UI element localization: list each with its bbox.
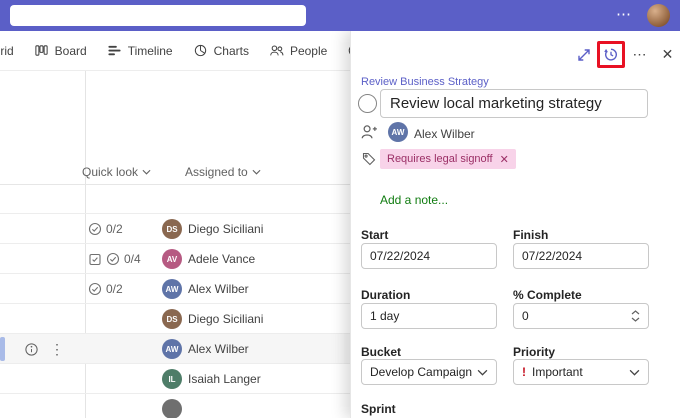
checklist-progress: 0/2 bbox=[106, 282, 123, 296]
board-icon bbox=[35, 45, 48, 56]
table-row-selected[interactable]: ⋮ AW Alex Wilber bbox=[0, 334, 350, 364]
table-header-row: Quick look Assigned to bbox=[0, 162, 350, 185]
start-date-input[interactable] bbox=[361, 243, 497, 269]
assignee-name: Diego Siciliani bbox=[188, 312, 264, 326]
timeline-icon bbox=[108, 45, 121, 56]
tab-label: Timeline bbox=[127, 43, 173, 58]
quick-look-cell: 0/2 bbox=[88, 214, 123, 244]
expand-panel-icon[interactable] bbox=[575, 46, 592, 63]
app-window: ⋯ Grid Board Timeline Charts People Goal… bbox=[0, 0, 680, 418]
percent-complete-stepper[interactable]: 0 bbox=[513, 303, 649, 329]
column-header-quick-look[interactable]: Quick look bbox=[82, 165, 151, 179]
top-app-bar: ⋯ bbox=[0, 0, 680, 31]
avatar bbox=[162, 399, 182, 418]
assignee-name: Alex Wilber bbox=[188, 342, 249, 356]
stepper-arrows[interactable] bbox=[631, 310, 640, 322]
duration-input[interactable] bbox=[361, 303, 497, 329]
tab-label: Board bbox=[54, 43, 87, 58]
table-row[interactable]: 0/4 AV Adele Vance bbox=[0, 244, 350, 274]
panel-toolbar: ⋯ ✕ bbox=[575, 41, 676, 68]
avatar: IL bbox=[162, 369, 182, 389]
table-row[interactable] bbox=[0, 394, 350, 418]
avatar: AW bbox=[162, 279, 182, 299]
check-circle-icon bbox=[88, 282, 102, 296]
info-icon[interactable] bbox=[24, 342, 39, 357]
search-input[interactable] bbox=[10, 5, 306, 26]
priority-dropdown[interactable]: ! Important bbox=[513, 359, 649, 385]
assignee-name: Adele Vance bbox=[188, 252, 256, 266]
table-row[interactable]: 0/2 AW Alex Wilber bbox=[0, 274, 350, 304]
checklist-square-icon bbox=[89, 253, 101, 266]
bucket-dropdown[interactable]: Develop Campaign C... bbox=[361, 359, 497, 385]
duration-field-label: Duration bbox=[361, 288, 411, 302]
finish-field-label: Finish bbox=[513, 228, 549, 242]
label-pill[interactable]: Requires legal signoff ✕ bbox=[380, 149, 516, 169]
avatar: DS bbox=[162, 309, 182, 329]
table-row-empty[interactable] bbox=[0, 186, 350, 214]
table-row[interactable]: IL Isaiah Langer bbox=[0, 364, 350, 394]
checklist-progress: 0/4 bbox=[124, 252, 141, 266]
assignee-name: Alex Wilber bbox=[188, 282, 249, 296]
avatar: AW bbox=[162, 339, 182, 359]
assign-person-icon[interactable] bbox=[360, 123, 378, 146]
task-title-input[interactable] bbox=[380, 89, 648, 118]
people-icon bbox=[270, 45, 284, 56]
chevron-down-icon bbox=[477, 369, 488, 376]
quick-look-cell: 0/2 bbox=[88, 274, 123, 304]
user-avatar[interactable] bbox=[647, 4, 670, 27]
assignee-name: Diego Siciliani bbox=[188, 222, 264, 236]
remove-label-icon[interactable]: ✕ bbox=[500, 153, 509, 166]
add-note-link[interactable]: Add a note... bbox=[380, 193, 448, 207]
panel-more-icon[interactable]: ⋯ bbox=[631, 46, 648, 63]
assignee-name: Isaiah Langer bbox=[188, 372, 261, 386]
bucket-field-label: Bucket bbox=[361, 345, 402, 359]
important-icon: ! bbox=[522, 365, 526, 379]
check-circle-icon bbox=[106, 252, 120, 266]
row-selection-accent bbox=[0, 337, 5, 361]
tab-board[interactable]: Board bbox=[24, 31, 97, 70]
quick-look-cell: 0/4 bbox=[88, 244, 141, 274]
tab-label: Charts bbox=[213, 43, 249, 58]
column-header-assigned-to[interactable]: Assigned to bbox=[185, 165, 261, 179]
avatar: AV bbox=[162, 249, 182, 269]
finish-date-input[interactable] bbox=[513, 243, 649, 269]
close-icon[interactable]: ✕ bbox=[659, 46, 676, 63]
tab-label: Grid bbox=[0, 43, 14, 58]
assignee-name[interactable]: Alex Wilber bbox=[414, 127, 475, 141]
chevron-down-icon bbox=[252, 169, 261, 175]
chevron-down-icon bbox=[629, 369, 640, 376]
assignee-avatar: AW bbox=[388, 122, 408, 142]
history-icon[interactable] bbox=[597, 41, 625, 68]
row-tools: ⋮ bbox=[24, 334, 64, 364]
chevron-down-icon bbox=[142, 169, 151, 175]
table-row[interactable]: 0/2 DS Diego Siciliani bbox=[0, 214, 350, 244]
tab-people[interactable]: People bbox=[259, 31, 337, 70]
chevron-down-icon bbox=[631, 317, 640, 322]
tab-timeline[interactable]: Timeline bbox=[97, 31, 183, 70]
charts-icon bbox=[194, 44, 206, 57]
label-tag-icon[interactable] bbox=[361, 151, 377, 172]
avatar: DS bbox=[162, 219, 182, 239]
start-field-label: Start bbox=[361, 228, 389, 242]
tab-grid[interactable]: Grid bbox=[0, 31, 24, 70]
breadcrumb[interactable]: Review Business Strategy bbox=[361, 76, 489, 88]
more-options-icon[interactable]: ⋯ bbox=[616, 5, 631, 23]
priority-field-label: Priority bbox=[513, 345, 556, 359]
task-detail-panel: ⋯ ✕ Review Business Strategy AW Alex Wil… bbox=[350, 31, 680, 418]
sprint-field-label: Sprint bbox=[361, 402, 396, 416]
chevron-up-icon bbox=[631, 310, 640, 315]
tab-label: People bbox=[289, 43, 328, 58]
check-circle-icon bbox=[88, 222, 102, 236]
row-more-icon[interactable]: ⋮ bbox=[50, 342, 64, 356]
percent-complete-field-label: % Complete bbox=[513, 288, 582, 302]
complete-task-checkbox[interactable] bbox=[358, 94, 377, 113]
table-row[interactable]: DS Diego Siciliani bbox=[0, 304, 350, 334]
checklist-progress: 0/2 bbox=[106, 222, 123, 236]
tab-charts[interactable]: Charts bbox=[183, 31, 259, 70]
